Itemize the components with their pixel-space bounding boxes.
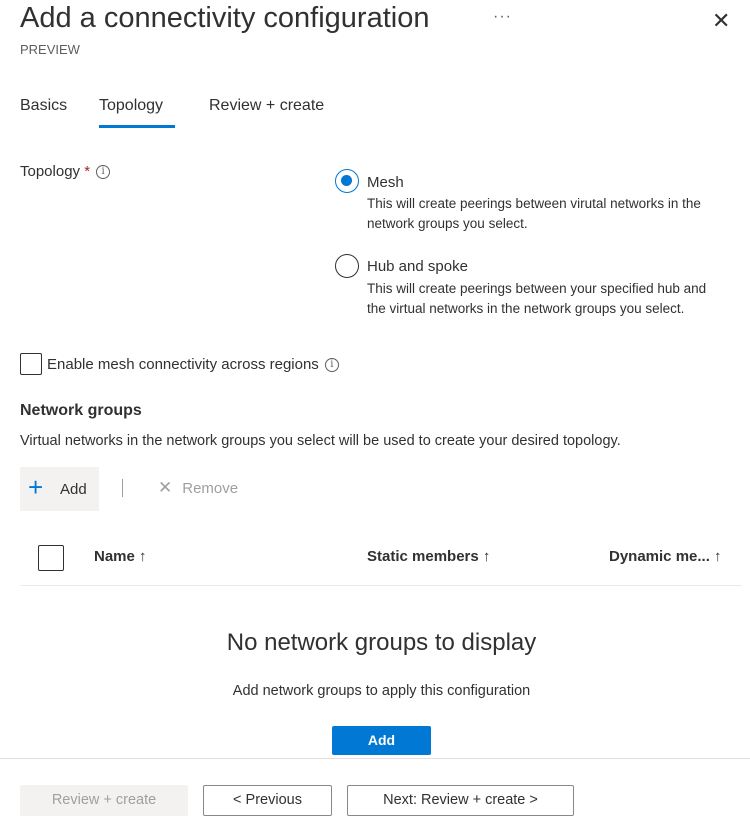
close-icon: ✕ bbox=[158, 478, 173, 497]
required-marker: * bbox=[84, 163, 91, 180]
network-groups-description: Virtual networks in the network groups y… bbox=[20, 433, 621, 449]
info-icon[interactable]: i bbox=[324, 358, 339, 373]
mesh-across-regions-label: Enable mesh connectivity across regions i bbox=[47, 356, 339, 373]
tab-topology[interactable]: Topology bbox=[99, 97, 163, 115]
tab-review-create[interactable]: Review + create bbox=[209, 97, 324, 115]
column-header-name[interactable]: Name ↑ bbox=[94, 548, 147, 565]
info-icon[interactable]: i bbox=[96, 165, 111, 180]
empty-state-description: Add network groups to apply this configu… bbox=[232, 683, 531, 699]
add-label: Add bbox=[60, 481, 87, 498]
close-icon[interactable]: ✕ bbox=[712, 8, 730, 34]
tab-basics[interactable]: Basics bbox=[20, 97, 67, 115]
active-tab-indicator bbox=[99, 125, 175, 128]
mesh-description: This will create peerings between viruta… bbox=[367, 196, 701, 231]
plus-icon: + bbox=[28, 472, 44, 502]
hub-and-spoke-description: This will create peerings between your s… bbox=[367, 281, 707, 316]
column-header-dynamic-members[interactable]: Dynamic me... ↑ bbox=[609, 548, 722, 565]
next-button[interactable]: Next: Review + create > bbox=[347, 785, 574, 816]
topology-label: Topology * i bbox=[20, 163, 111, 180]
mesh-across-regions-checkbox[interactable] bbox=[20, 353, 42, 375]
empty-state-title: No network groups to display bbox=[226, 629, 537, 656]
hub-and-spoke-radio[interactable] bbox=[335, 254, 359, 278]
previous-button[interactable]: < Previous bbox=[203, 785, 332, 816]
topology-label-text: Topology bbox=[20, 163, 81, 180]
more-options-icon[interactable]: ··· bbox=[493, 8, 512, 26]
add-network-group-button[interactable]: + Add bbox=[20, 467, 99, 511]
page-title: Add a connectivity configuration bbox=[20, 2, 430, 34]
select-all-checkbox[interactable] bbox=[38, 545, 64, 571]
remove-button[interactable]: ✕ Remove bbox=[158, 478, 238, 498]
footer-divider bbox=[0, 758, 750, 759]
toolbar-divider bbox=[122, 479, 123, 497]
review-create-button[interactable]: Review + create bbox=[20, 785, 188, 816]
column-header-static-members[interactable]: Static members ↑ bbox=[367, 548, 490, 565]
remove-label: Remove bbox=[182, 480, 239, 497]
hub-and-spoke-label[interactable]: Hub and spoke bbox=[367, 258, 468, 275]
header-divider bbox=[20, 585, 742, 586]
empty-state-add-button[interactable]: Add bbox=[332, 726, 431, 755]
mesh-across-regions-text: Enable mesh connectivity across regions bbox=[47, 356, 319, 373]
mesh-label[interactable]: Mesh bbox=[367, 174, 404, 191]
preview-label: PREVIEW bbox=[20, 42, 80, 57]
mesh-radio[interactable] bbox=[335, 169, 359, 193]
network-groups-heading: Network groups bbox=[20, 402, 142, 419]
